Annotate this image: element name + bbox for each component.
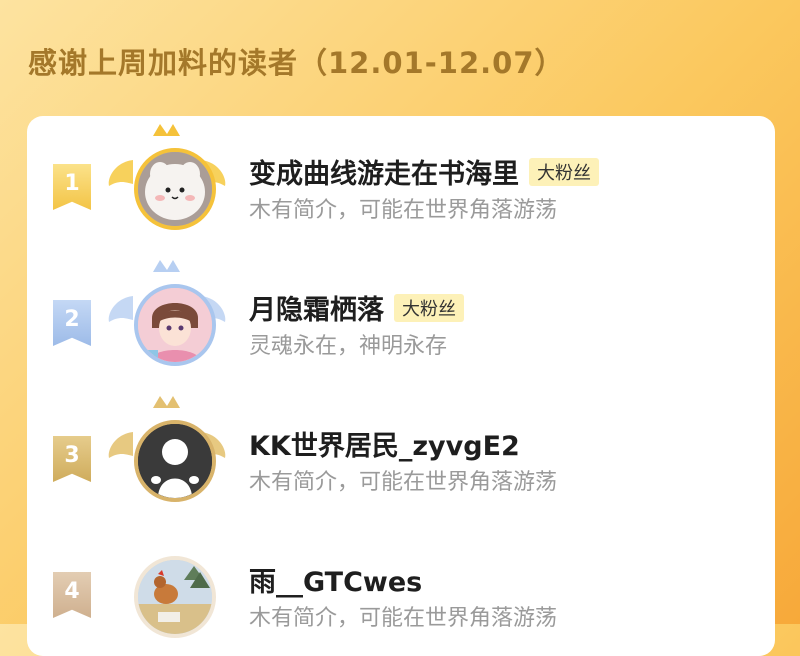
list-item[interactable]: 2 月隐霜栖落 大粉丝 灵魂永在，神明永存	[27, 258, 775, 378]
avatar-frame	[105, 394, 229, 504]
reader-bio: 灵魂永在，神明永存	[249, 334, 448, 359]
avatar[interactable]	[134, 420, 216, 502]
avatar[interactable]	[134, 284, 216, 366]
fan-tag: 大粉丝	[394, 294, 464, 322]
reader-bio: 木有简介，可能在世界角落游荡	[249, 198, 558, 223]
page-title: 感谢上周加料的读者（12.01-12.07）	[28, 46, 565, 80]
reader-ranking-card: 1 变成曲线游走在书海里 大粉丝 木有简介，可能在世界角落游荡 2 月隐霜栖落 …	[27, 116, 775, 656]
reader-name[interactable]: KK世界居民_zyvgE2	[249, 424, 520, 463]
rank-badge: 2	[53, 300, 91, 346]
fluffy-cat-avatar-icon	[138, 152, 212, 226]
reader-name[interactable]: 变成曲线游走在书海里 大粉丝	[249, 152, 599, 191]
reader-bio: 木有简介，可能在世界角落游荡	[249, 606, 558, 631]
avatar[interactable]	[134, 556, 216, 638]
reader-name[interactable]: 月隐霜栖落 大粉丝	[249, 288, 464, 327]
reader-name[interactable]: 雨__GTCwes	[249, 560, 422, 599]
rank-badge: 3	[53, 436, 91, 482]
rank-badge: 1	[53, 164, 91, 210]
reader-name-text: 月隐霜栖落	[249, 295, 384, 326]
list-item[interactable]: 3 KK世界居民_zyvgE2 木有简介，可能在世界角落游荡	[27, 394, 775, 514]
list-item[interactable]: 1 变成曲线游走在书海里 大粉丝 木有简介，可能在世界角落游荡	[27, 122, 775, 242]
rank-badge: 4	[53, 572, 91, 618]
anime-boy-avatar-icon	[138, 288, 212, 362]
list-item[interactable]: 4 雨__GTCwes 木有简介，可能在世界角落游荡	[27, 530, 775, 650]
avatar-frame	[105, 122, 229, 232]
reader-name-text: 变成曲线游走在书海里	[249, 159, 519, 190]
fan-tag: 大粉丝	[529, 158, 599, 186]
avatar-frame	[105, 258, 229, 368]
reader-bio: 木有简介，可能在世界角落游荡	[249, 470, 558, 495]
rooster-photo-avatar-icon	[138, 560, 212, 634]
default-ghost-avatar-icon	[138, 424, 212, 498]
avatar[interactable]	[134, 148, 216, 230]
